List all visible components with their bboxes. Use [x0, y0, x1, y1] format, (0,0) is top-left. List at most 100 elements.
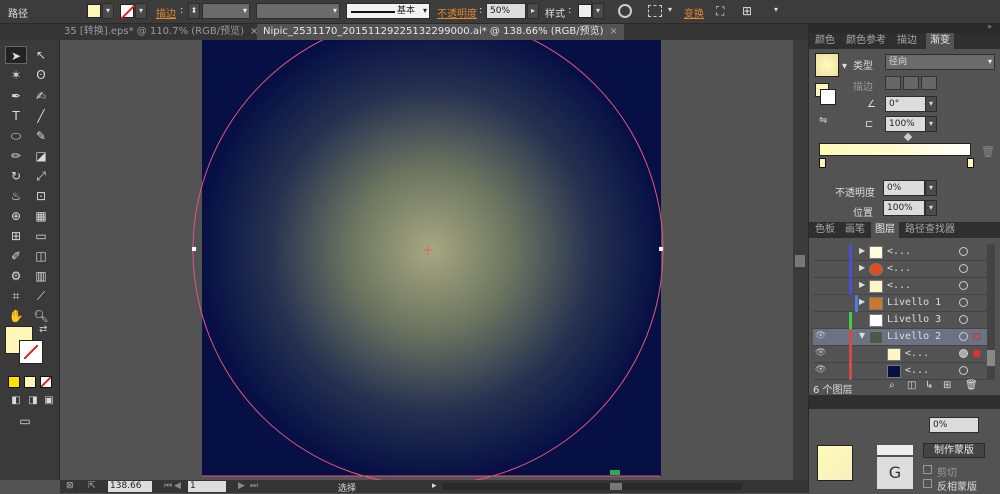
tab-layers[interactable]: 图层	[871, 222, 899, 238]
target-icon[interactable]	[959, 366, 968, 375]
gradient-preview-swatch[interactable]	[815, 53, 839, 77]
previous-page-icon[interactable]: ◀	[174, 481, 181, 491]
expand-arrow-icon[interactable]: ▶	[859, 280, 865, 289]
color-mode-icon[interactable]	[8, 376, 20, 388]
variable-width-profile[interactable]: ▾	[256, 3, 340, 19]
new-layer-icon[interactable]: ⊞	[943, 380, 951, 391]
magic-wand-tool-icon[interactable]: ✶	[5, 66, 27, 84]
layer-row[interactable]: ▶ <...	[813, 261, 995, 278]
gradient-type-dropdown[interactable]: 径向 ▾	[885, 54, 995, 70]
eraser-tool-icon[interactable]: ◪	[30, 147, 52, 165]
isolate-icon[interactable]: ⛶	[716, 4, 724, 19]
shape-builder-tool-icon[interactable]: ⊕	[5, 207, 27, 225]
selection-indicator[interactable]	[973, 350, 980, 357]
graphic-style-swatch[interactable]	[578, 4, 592, 18]
type-tool-icon[interactable]: T	[5, 107, 27, 125]
eye-icon[interactable]: 👁︎	[815, 348, 829, 360]
gradient-slider-bar[interactable]	[819, 143, 971, 156]
panel-menu-arrow[interactable]: ▾	[770, 3, 782, 19]
next-page-icon[interactable]: ▶	[238, 481, 245, 491]
selection-tool-icon[interactable]: ➤	[5, 46, 27, 64]
mesh-tool-icon[interactable]: ⊞	[5, 227, 27, 245]
line-tool-icon[interactable]: ╱	[30, 107, 52, 125]
target-icon[interactable]	[959, 264, 968, 273]
clipping-mask-icon[interactable]: ◫	[907, 380, 916, 391]
artboard-nav-icon[interactable]: ⊠	[66, 481, 74, 491]
warp-tool-icon[interactable]: ♨	[5, 187, 27, 205]
layer-row[interactable]: ▶ <...	[813, 278, 995, 295]
eye-icon[interactable]	[815, 280, 829, 292]
target-icon[interactable]	[959, 247, 968, 256]
stroke-weight-stepper[interactable]: ⬍	[188, 3, 200, 19]
paintbrush-tool-icon[interactable]: ✎	[30, 127, 52, 145]
stop-opacity-field[interactable]: 0%	[883, 180, 925, 196]
slice-tool-icon[interactable]: ⟋	[30, 287, 52, 305]
make-mask-button[interactable]: 制作蒙版	[923, 443, 985, 458]
layer-row-selected[interactable]: 👁︎ ▼ Livello 2	[813, 329, 995, 346]
selection-indicator[interactable]	[973, 333, 980, 340]
scrollbar-thumb[interactable]	[795, 255, 805, 267]
zoom-tool-icon[interactable]: 🔍︎	[30, 307, 52, 325]
stroke-swatch[interactable]	[120, 4, 136, 20]
column-graph-tool-icon[interactable]: ▥	[30, 267, 52, 285]
direct-selection-tool-icon[interactable]: ↖	[30, 46, 52, 64]
opacity-label[interactable]: 不透明度	[437, 5, 477, 20]
align-options-icon[interactable]	[648, 5, 662, 17]
first-page-icon[interactable]: ⏮	[164, 481, 172, 491]
expand-arrow-icon[interactable]: ▶	[859, 297, 865, 306]
ellipse-tool-icon[interactable]: ⬭	[5, 127, 27, 145]
layer-row[interactable]: ▶ <...	[813, 244, 995, 261]
eye-icon[interactable]	[815, 297, 829, 309]
reverse-gradient-icon[interactable]: ⇋	[819, 115, 827, 126]
draw-inside-icon[interactable]: ▣	[38, 392, 60, 410]
target-icon[interactable]	[959, 281, 968, 290]
scale-tool-icon[interactable]: ⤢	[30, 167, 52, 185]
pen-tool-icon[interactable]: ✒	[5, 87, 27, 105]
none-mode-icon[interactable]	[40, 376, 52, 388]
rotate-tool-icon[interactable]: ↻	[5, 167, 27, 185]
horizontal-scrollbar[interactable]	[442, 483, 742, 490]
scrollbar-thumb[interactable]	[987, 350, 995, 366]
eye-icon[interactable]	[815, 246, 829, 258]
tab-swatches[interactable]: 色板	[811, 222, 839, 238]
transparency-opacity-field[interactable]: 0%	[929, 417, 979, 433]
opacity-dropdown-arrow[interactable]: ▸	[527, 3, 539, 19]
eyedropper-tool-icon[interactable]: ✐	[5, 247, 27, 265]
gradient-stop-right[interactable]	[967, 158, 974, 168]
symbol-sprayer-tool-icon[interactable]: ⚙	[5, 267, 27, 285]
aspect-dropdown-arrow[interactable]: ▾	[925, 116, 937, 132]
swap-colors-icon[interactable]: ⇄	[39, 324, 47, 335]
layer-row[interactable]: Livello 3	[813, 312, 995, 329]
align-dropdown-arrow[interactable]: ▾	[664, 3, 676, 19]
expand-arrow-icon[interactable]: ▶	[859, 246, 865, 255]
stroke-within-icon[interactable]	[885, 76, 901, 90]
layer-row[interactable]: 👁︎ <...	[813, 346, 995, 363]
tab-color-guide[interactable]: 颜色参考	[842, 33, 890, 49]
screen-mode-icon[interactable]: ▭	[14, 412, 36, 430]
gradient-mode-icon[interactable]	[24, 376, 36, 388]
zoom-field[interactable]: 138.66	[108, 481, 152, 492]
perspective-grid-tool-icon[interactable]: ▦	[30, 207, 52, 225]
stop-location-arrow[interactable]: ▾	[925, 200, 937, 216]
layers-scrollbar[interactable]	[987, 244, 995, 380]
tab-color[interactable]: 颜色	[811, 33, 839, 49]
stop-opacity-arrow[interactable]: ▾	[925, 180, 937, 196]
stroke-along-icon[interactable]	[903, 76, 919, 90]
midpoint-diamond[interactable]	[903, 132, 913, 142]
artboard-tool-icon[interactable]: ⌗	[5, 287, 27, 305]
target-icon[interactable]	[959, 315, 968, 324]
last-page-icon[interactable]: ⏭	[250, 481, 258, 491]
target-icon[interactable]	[959, 332, 968, 341]
gradient-swatch-dropdown-arrow[interactable]: ▾	[842, 61, 847, 72]
tab-stroke[interactable]: 描边	[893, 33, 921, 49]
delete-layer-icon[interactable]: 🗑︎	[965, 380, 978, 391]
transform-each-icon[interactable]: ⊞	[742, 4, 752, 18]
eye-icon[interactable]: 👁︎	[815, 365, 829, 377]
curvature-tool-icon[interactable]: ✍	[30, 87, 52, 105]
blend-tool-icon[interactable]: ◫	[30, 247, 52, 265]
target-icon[interactable]	[959, 349, 968, 358]
tab-document-1[interactable]: 35 [转换].eps* @ 110.7% (RGB/预览) ×	[58, 24, 264, 40]
lasso-tool-icon[interactable]: ʘ	[30, 66, 52, 84]
new-sublayer-icon[interactable]: ↳	[925, 380, 933, 391]
opacity-field[interactable]: 50%	[486, 3, 526, 19]
